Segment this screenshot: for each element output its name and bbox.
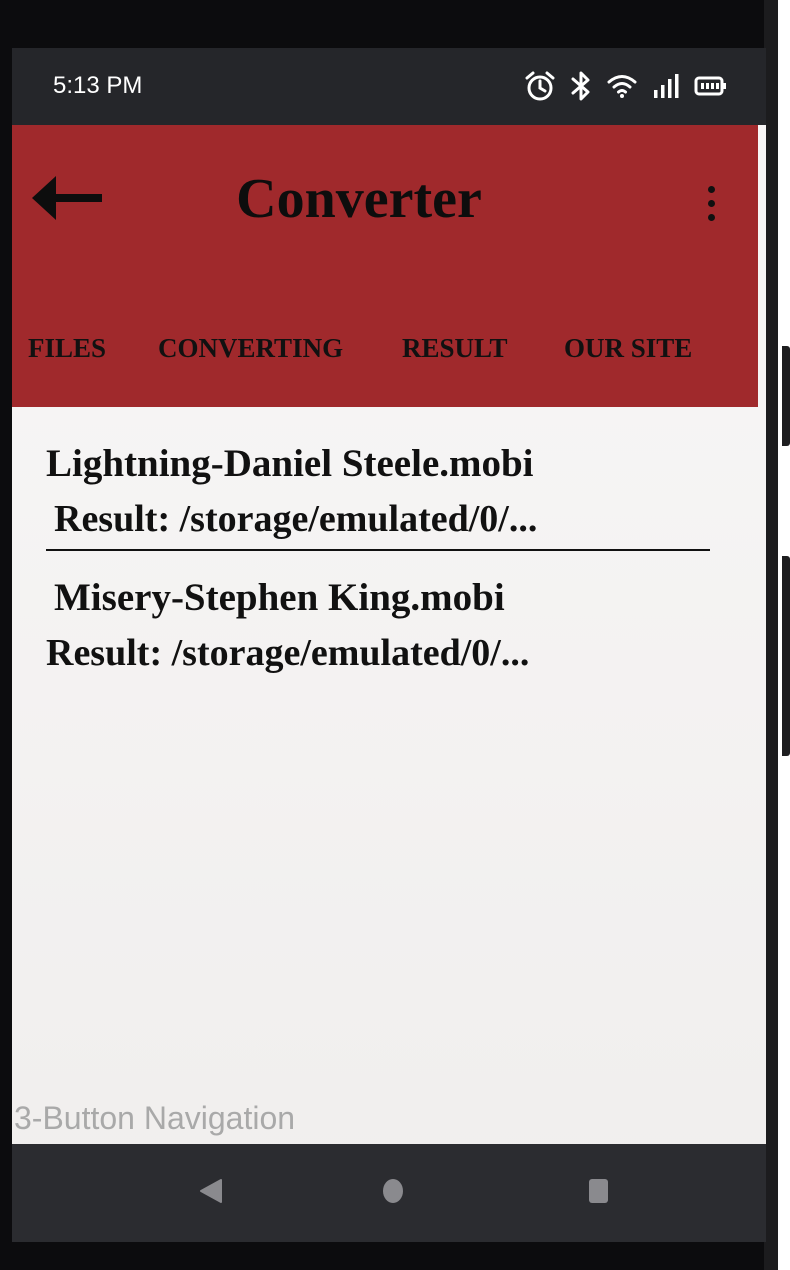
navigation-mode-label: 3-Button Navigation <box>14 1100 296 1136</box>
nav-back-button[interactable] <box>194 1176 228 1210</box>
result-path: Result: /storage/emulated/0/... <box>54 498 538 540</box>
phone-side-edge <box>764 0 778 1270</box>
tab-files[interactable]: FILES <box>28 333 106 364</box>
nav-home-button[interactable] <box>376 1176 410 1210</box>
screen: 5:13 PM Converter FILES CONVERTING RESUL… <box>12 48 766 1242</box>
battery-icon <box>694 74 728 98</box>
result-file-name: Misery-Stephen King.mobi <box>54 576 505 619</box>
power-button <box>782 556 790 756</box>
navigation-bar <box>12 1144 766 1242</box>
status-bar: 5:13 PM <box>12 48 766 125</box>
more-options-button[interactable] <box>696 175 726 231</box>
recents-square-icon <box>586 1177 612 1210</box>
alarm-icon <box>524 70 556 102</box>
tab-our-site[interactable]: OUR SITE <box>564 333 692 364</box>
back-triangle-icon <box>198 1177 224 1210</box>
app-bar: Converter FILES CONVERTING RESULT OUR SI… <box>12 125 758 407</box>
tab-converting[interactable]: CONVERTING <box>158 333 343 364</box>
home-circle-icon <box>380 1177 406 1210</box>
signal-icon <box>652 72 680 100</box>
bluetooth-icon <box>570 70 592 102</box>
tab-bar: FILES CONVERTING RESULT OUR SITE <box>12 333 758 383</box>
nav-recents-button[interactable] <box>582 1176 616 1210</box>
status-time: 5:13 PM <box>53 72 143 99</box>
tab-result[interactable]: RESULT <box>402 333 508 364</box>
result-file-name: Lightning-Daniel Steele.mobi <box>46 442 534 485</box>
volume-button <box>782 346 790 446</box>
result-path: Result: /storage/emulated/0/... <box>46 632 530 674</box>
device-frame: 5:13 PM Converter FILES CONVERTING RESUL… <box>0 0 790 1270</box>
more-vert-icon <box>707 185 715 193</box>
list-divider <box>46 549 710 551</box>
app-title: Converter <box>236 168 482 230</box>
status-icons <box>524 70 728 102</box>
wifi-icon <box>606 72 638 100</box>
